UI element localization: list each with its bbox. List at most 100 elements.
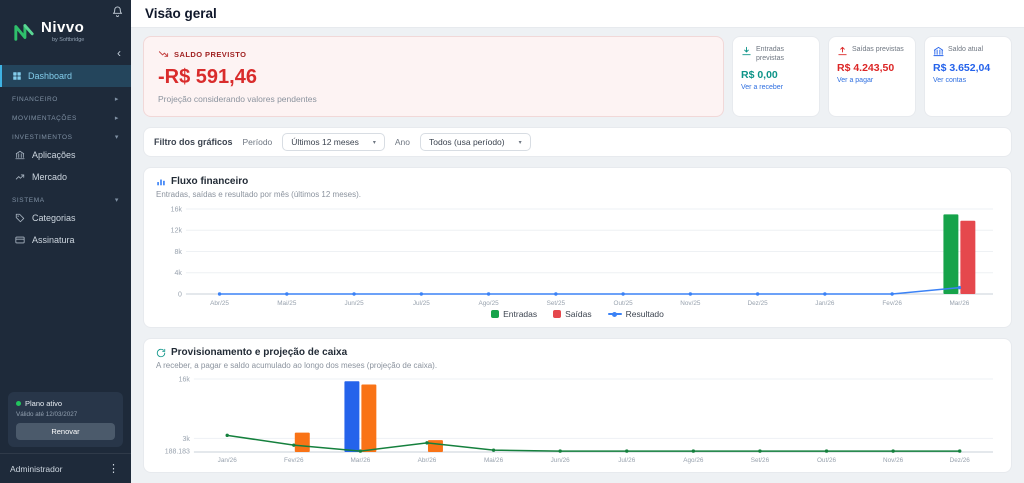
content: SALDO PREVISTO -R$ 591,46 Projeção consi… xyxy=(131,28,1024,483)
svg-text:Mai/25: Mai/25 xyxy=(277,300,297,307)
summary-cards-row: SALDO PREVISTO -R$ 591,46 Projeção consi… xyxy=(143,36,1012,117)
svg-text:8k: 8k xyxy=(175,249,183,256)
chevron-down-icon: ▾ xyxy=(114,134,119,141)
view-receivables-link[interactable]: Ver a receber xyxy=(741,84,811,91)
sidebar-item-label: Categorias xyxy=(32,213,76,223)
sidebar-section-movimentacoes[interactable]: MOVIMENTAÇÕES ▸ xyxy=(0,106,131,125)
projection-icon xyxy=(156,348,166,357)
chevron-right-icon: ▸ xyxy=(114,96,119,103)
sidebar-collapse-button[interactable]: ‹ xyxy=(0,45,131,59)
view-payables-link[interactable]: Ver a pagar xyxy=(837,77,907,84)
card-label: Saídas previstas xyxy=(852,46,904,53)
svg-text:Set/25: Set/25 xyxy=(547,300,566,307)
sidebar-item-label: Aplicações xyxy=(32,150,76,160)
logo-byline: by Softbridge xyxy=(51,37,85,43)
svg-text:Ago/25: Ago/25 xyxy=(478,300,499,307)
svg-text:Mar/26: Mar/26 xyxy=(949,300,969,307)
card-header: Saldo atual xyxy=(933,45,1003,57)
legend-entradas[interactable]: Entradas xyxy=(491,309,537,319)
svg-text:Fev/26: Fev/26 xyxy=(284,457,304,464)
chart-title: Fluxo financeiro xyxy=(171,176,249,187)
chart-legend: Entradas Saídas Resultado xyxy=(156,309,999,319)
legend-saidas[interactable]: Saídas xyxy=(553,309,592,319)
svg-text:Dez/26: Dez/26 xyxy=(950,457,971,464)
chart-subtitle: A receber, a pagar e saldo acumulado ao … xyxy=(156,361,438,370)
cashflow-chart[interactable]: 16k 12k 8k 4k 0 Abr/25 Mai/25 Jun/25 Jul/25 Ago/2… xyxy=(156,203,999,307)
forecast-note: Projeção considerando valores pendentes xyxy=(158,94,317,104)
svg-text:Jan/26: Jan/26 xyxy=(218,457,238,464)
topbar: Visão geral xyxy=(131,0,1024,28)
trend-down-icon xyxy=(158,51,169,57)
forecast-value: -R$ 591,46 xyxy=(158,66,257,88)
sidebar-item-label: Mercado xyxy=(32,172,68,182)
svg-text:3k: 3k xyxy=(183,436,191,443)
sidebar-item-assinatura[interactable]: Assinatura xyxy=(0,229,131,251)
svg-text:Jul/25: Jul/25 xyxy=(413,300,430,307)
projection-chart-card: Provisionamento e projeção de caixa A re… xyxy=(143,338,1012,473)
plan-active-dot xyxy=(16,401,21,406)
bank-icon xyxy=(933,46,944,57)
arrow-out-icon xyxy=(837,46,848,57)
outgoing-forecast-card: Saídas previstas R$ 4.243,50 Ver a pagar xyxy=(828,36,916,117)
year-select[interactable]: Todos (usa período) ▾ xyxy=(420,133,531,151)
svg-text:Out/25: Out/25 xyxy=(614,300,634,307)
filters-title: Filtro dos gráficos xyxy=(154,137,233,147)
sidebar-item-mercado[interactable]: Mercado xyxy=(0,166,131,188)
card-header: Entradas previstas xyxy=(741,45,811,64)
section-label: SISTEMA xyxy=(12,196,45,204)
main: Visão geral SALDO PREVISTO -R$ 591,46 Pr… xyxy=(131,0,1024,483)
chevron-down-icon: ▾ xyxy=(518,139,522,146)
notifications-bell-icon[interactable] xyxy=(112,6,123,17)
view-accounts-link[interactable]: Ver contas xyxy=(933,77,1003,84)
chart-filters-bar: Filtro dos gráficos Período Últimos 12 m… xyxy=(143,127,1012,157)
year-label: Ano xyxy=(394,137,410,147)
sidebar-item-label: Dashboard xyxy=(28,71,73,81)
projection-chart[interactable]: 16k 3k 188.183 Jan/26 Fev/26 Mar/26 Abr/26 Mai/… xyxy=(156,374,999,464)
sidebar-item-aplicacoes[interactable]: Aplicações xyxy=(0,144,131,166)
svg-text:Ago/26: Ago/26 xyxy=(683,457,704,464)
svg-text:Out/26: Out/26 xyxy=(817,457,837,464)
plan-panel: Plano ativo Válido até 12/03/2027 Renova… xyxy=(8,392,123,447)
svg-text:Nov/26: Nov/26 xyxy=(883,457,904,464)
sidebar-nav: Dashboard FINANCEIRO ▸ MOVIMENTAÇÕES ▸ I… xyxy=(0,65,131,384)
sidebar-item-label: Assinatura xyxy=(32,235,75,245)
svg-text:Abr/26: Abr/26 xyxy=(418,457,437,464)
svg-text:4k: 4k xyxy=(175,270,183,277)
svg-text:Jun/25: Jun/25 xyxy=(345,300,365,307)
forecast-balance-card: SALDO PREVISTO -R$ 591,46 Projeção consi… xyxy=(143,36,724,117)
svg-text:0: 0 xyxy=(178,291,182,298)
chevron-right-icon: ▸ xyxy=(114,115,119,122)
nivvo-logo-icon xyxy=(14,23,34,41)
svg-text:Dez/25: Dez/25 xyxy=(748,300,769,307)
section-label: MOVIMENTAÇÕES xyxy=(12,114,77,122)
forecast-label: SALDO PREVISTO xyxy=(174,50,247,59)
svg-text:Jul/26: Jul/26 xyxy=(618,457,635,464)
legend-label: Resultado xyxy=(625,309,664,319)
period-select[interactable]: Últimos 12 meses ▾ xyxy=(282,133,385,151)
legend-resultado[interactable]: Resultado xyxy=(607,309,664,319)
app: Nivvo by Softbridge ‹ Dashboard FINANCEI… xyxy=(0,0,1024,483)
sidebar-section-sistema[interactable]: SISTEMA ▾ xyxy=(0,188,131,207)
sidebar-item-categorias[interactable]: Categorias xyxy=(0,207,131,229)
logo-name: Nivvo xyxy=(41,19,85,36)
card-label: Entradas previstas xyxy=(756,46,785,63)
renew-button[interactable]: Renovar xyxy=(16,423,115,440)
page-title: Visão geral xyxy=(145,6,217,21)
chart-title: Provisionamento e projeção de caixa xyxy=(171,347,348,358)
sidebar-section-investimentos[interactable]: INVESTIMENTOS ▾ xyxy=(0,125,131,144)
bar-chart-icon xyxy=(157,179,165,185)
user-label: Administrador xyxy=(10,463,63,474)
card-header: Saídas previstas xyxy=(837,45,907,57)
sidebar-item-dashboard[interactable]: Dashboard xyxy=(0,65,131,87)
svg-text:Jun/26: Jun/26 xyxy=(551,457,571,464)
svg-text:16k: 16k xyxy=(179,376,191,383)
kebab-menu-icon[interactable]: ⋮ xyxy=(106,462,121,475)
plan-validity: Válido até 12/03/2027 xyxy=(16,411,78,418)
plan-status: Plano ativo xyxy=(16,399,115,408)
svg-text:Jan/26: Jan/26 xyxy=(815,300,835,307)
credit-card-icon xyxy=(15,236,25,244)
sidebar-section-financeiro[interactable]: FINANCEIRO ▸ xyxy=(0,87,131,106)
incoming-forecast-card: Entradas previstas R$ 0,00 Ver a receber xyxy=(732,36,820,117)
bank-icon xyxy=(15,150,25,160)
tag-icon xyxy=(15,213,25,223)
